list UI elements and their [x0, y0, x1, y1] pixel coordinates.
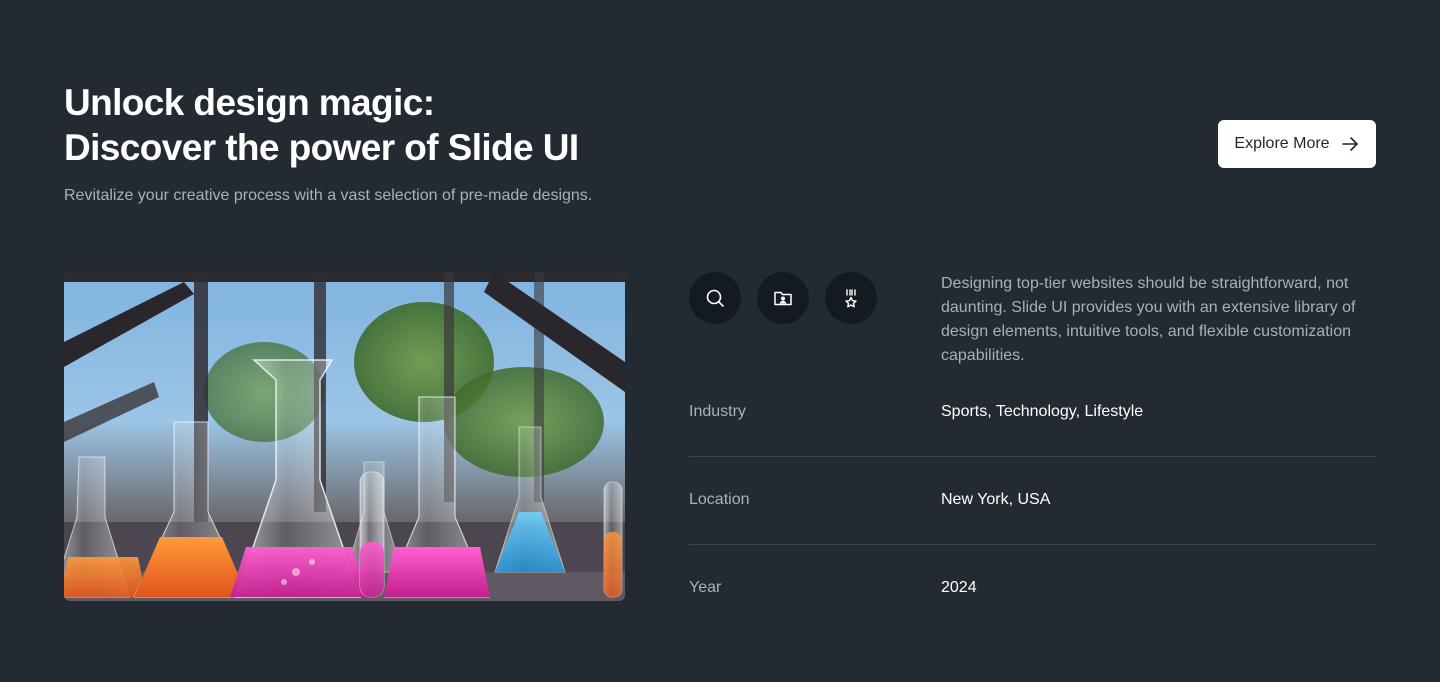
year-label: Year: [689, 579, 722, 596]
explore-more-button[interactable]: Explore More: [1218, 120, 1376, 168]
award-icon: [840, 287, 862, 309]
folder-user-icon-button[interactable]: [757, 272, 809, 324]
page-title: Unlock design magic: Discover the power …: [64, 80, 579, 170]
description-text: Designing top-tier websites should be st…: [941, 275, 1356, 364]
explore-more-label: Explore More: [1234, 135, 1330, 152]
year-row: Year 2024: [689, 576, 1376, 600]
folder-user-icon: [772, 287, 794, 309]
divider: [689, 456, 1376, 457]
industry-row: Industry Sports, Technology, Lifestyle: [689, 400, 1376, 424]
location-row: Location New York, USA: [689, 488, 1376, 512]
hero-section: Unlock design magic: Discover the power …: [0, 0, 1440, 682]
search-icon-button[interactable]: [689, 272, 741, 324]
page-subtitle: Revitalize your creative process with a …: [64, 187, 593, 204]
title-line-1: Unlock design magic:: [64, 82, 435, 123]
year-value: 2024: [941, 579, 977, 596]
location-label: Location: [689, 491, 750, 508]
industry-value: Sports, Technology, Lifestyle: [941, 403, 1144, 420]
lab-flasks-image: [64, 272, 625, 601]
award-icon-button[interactable]: [825, 272, 877, 324]
industry-label: Industry: [689, 403, 746, 420]
title-line-2: Discover the power of Slide UI: [64, 127, 579, 168]
arrow-right-icon: [1340, 134, 1360, 154]
location-value: New York, USA: [941, 491, 1051, 508]
search-icon: [704, 287, 726, 309]
divider: [689, 544, 1376, 545]
